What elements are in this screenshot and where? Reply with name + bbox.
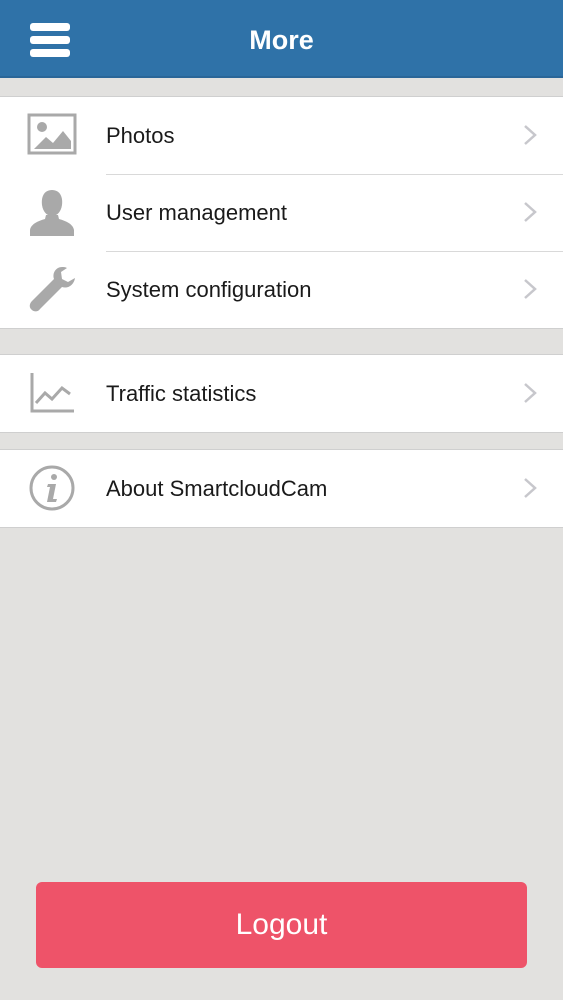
page-title: More <box>249 25 314 55</box>
menu-group-about: About SmartcloudCam <box>0 449 563 528</box>
menu-item-traffic-statistics[interactable]: Traffic statistics <box>0 355 563 432</box>
info-icon <box>26 464 78 512</box>
menu-item-system-configuration[interactable]: System configuration <box>0 251 563 328</box>
chevron-right-icon <box>523 382 537 404</box>
menu-group-statistics: Traffic statistics <box>0 354 563 433</box>
menu-group-general: Photos User management System configurat… <box>0 96 563 329</box>
menu-item-label: Traffic statistics <box>106 381 257 406</box>
menu-item-about[interactable]: About SmartcloudCam <box>0 450 563 527</box>
photo-icon <box>26 111 78 159</box>
menu-item-user-management[interactable]: User management <box>0 174 563 251</box>
menu-item-label: About SmartcloudCam <box>106 476 328 501</box>
chevron-right-icon <box>523 278 537 300</box>
menu-item-photos[interactable]: Photos <box>0 97 563 174</box>
wrench-icon <box>26 265 78 313</box>
user-icon <box>26 188 78 236</box>
navigation-bar: More <box>0 0 563 78</box>
chevron-right-icon <box>523 124 537 146</box>
menu-item-label: System configuration <box>106 277 312 302</box>
chevron-right-icon <box>523 477 537 499</box>
logout-button[interactable]: Logout <box>36 882 527 968</box>
line-chart-icon <box>26 369 78 417</box>
menu-item-label: User management <box>106 200 287 225</box>
menu-item-label: Photos <box>106 123 175 148</box>
chevron-right-icon <box>523 201 537 223</box>
